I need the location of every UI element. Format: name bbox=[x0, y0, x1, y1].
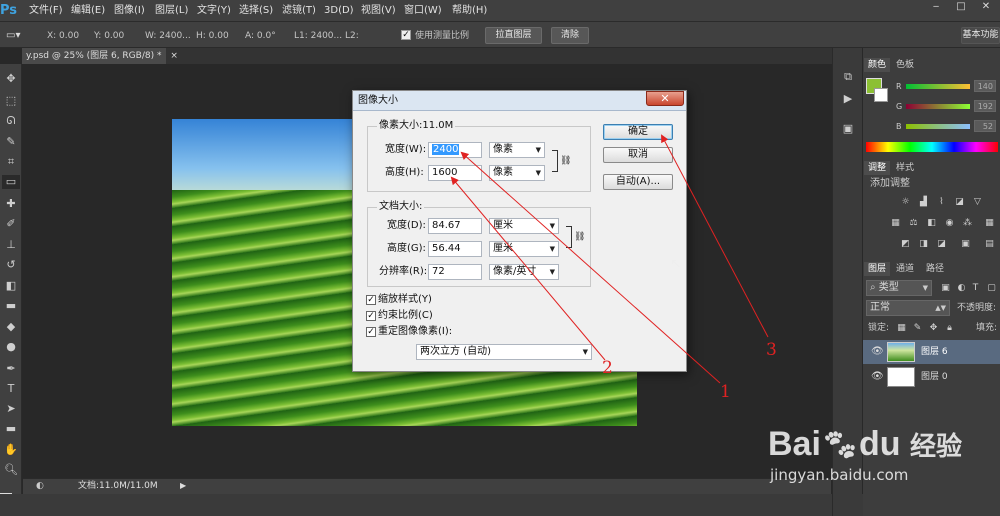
baidu-watermark: Bai🐾︎du 经验 jingyan.baidu.com bbox=[768, 410, 968, 490]
annotation-2: 2 bbox=[602, 358, 613, 378]
paw-icon: 🐾︎ bbox=[820, 429, 860, 462]
arrow-3 bbox=[661, 134, 769, 338]
watermark-brand-2: du bbox=[859, 425, 901, 463]
arrow-1 bbox=[460, 151, 721, 384]
annotation-3: 3 bbox=[766, 340, 777, 360]
watermark-brand: Bai bbox=[768, 425, 821, 463]
watermark-cn: 经验 bbox=[910, 431, 963, 461]
arrow-2 bbox=[450, 176, 606, 361]
watermark-url: jingyan.baidu.com bbox=[770, 466, 909, 484]
annotation-1: 1 bbox=[720, 382, 731, 402]
